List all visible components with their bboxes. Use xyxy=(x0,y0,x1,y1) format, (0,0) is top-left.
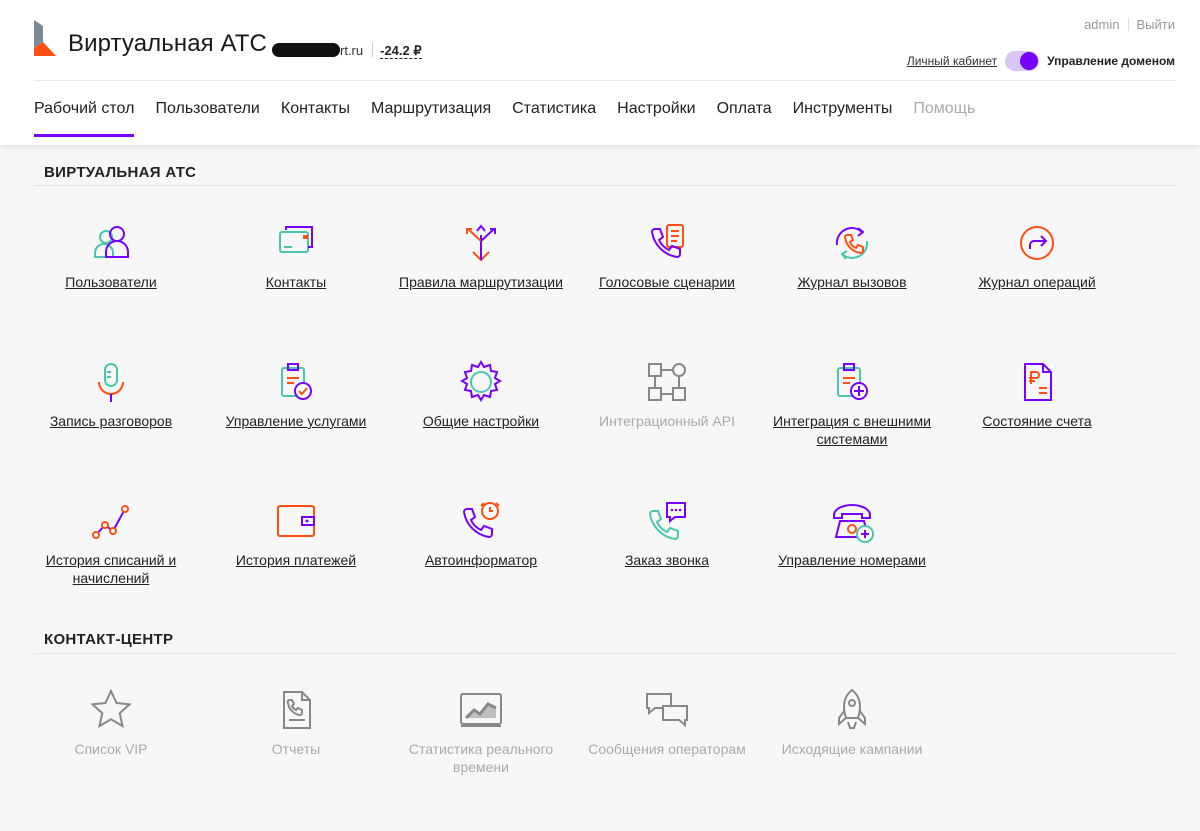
nav-item[interactable]: Статистика xyxy=(512,100,596,137)
reports-icon xyxy=(283,691,311,729)
tile-label: Журнал вызовов xyxy=(797,274,907,290)
microphone-icon xyxy=(98,363,124,402)
number-management-icon xyxy=(833,504,874,543)
domain-suffix: rt.ru xyxy=(340,43,364,58)
messages-icon xyxy=(646,693,688,728)
history-chart-icon xyxy=(92,505,129,539)
app-title: Виртуальная АТС xyxy=(68,30,267,57)
cabinet-link[interactable]: Личный кабинет xyxy=(907,54,997,68)
voice-scenario-icon xyxy=(650,224,684,259)
tile-invoice[interactable]: Состояние счета xyxy=(952,358,1122,430)
section-title-vats: ВИРТУАЛЬНАЯ АТС xyxy=(44,164,197,181)
tile-label: Голосовые сценарии xyxy=(599,274,735,290)
tile-rocket: Исходящие кампании xyxy=(767,686,937,758)
contacts-icon xyxy=(279,226,313,253)
tile-microphone[interactable]: Запись разговоров xyxy=(26,358,196,430)
nav-item[interactable]: Пользователи xyxy=(155,100,259,137)
domain-redacted xyxy=(272,43,340,57)
tile-label: Пользователи xyxy=(65,274,157,290)
tile-label: Правила маршрутизации xyxy=(399,274,563,290)
users-icon xyxy=(94,226,129,258)
main-nav: Рабочий стол Пользователи Контакты Маршрути… xyxy=(34,100,996,137)
tile-autoinformer[interactable]: Автоинформатор xyxy=(396,497,566,569)
domain-management-label: Управление доменом xyxy=(1047,54,1175,68)
tile-reports: Отчеты xyxy=(211,686,381,758)
nav-item[interactable]: Настройки xyxy=(617,100,695,137)
tile-services[interactable]: Управление услугами xyxy=(211,358,381,430)
tile-voice-scenario[interactable]: Голосовые сценарии xyxy=(582,219,752,291)
gear-icon xyxy=(460,360,502,402)
tile-label: Сообщения операторам xyxy=(588,741,746,757)
tile-wallet[interactable]: История платежей xyxy=(211,497,381,569)
tile-label: Управление номерами xyxy=(778,552,926,568)
domain-management-toggle[interactable] xyxy=(1005,51,1040,71)
realtime-stats-icon xyxy=(460,693,502,727)
tile-realtime-stats: Статистика реального времени xyxy=(396,686,566,776)
section-title-cc: КОНТАКТ-ЦЕНТР xyxy=(44,631,174,648)
call-log-icon xyxy=(835,227,869,260)
user-menu: admin Выйти xyxy=(1084,17,1175,32)
tile-gear[interactable]: Общие настройки xyxy=(396,358,566,430)
tile-label: Автоинформатор xyxy=(424,552,538,568)
routing-icon xyxy=(466,224,496,262)
tile-label: Журнал операций xyxy=(978,274,1096,290)
tile-label: Статистика реального времени xyxy=(408,741,554,775)
nav-item[interactable]: Помощь xyxy=(913,100,975,137)
tile-label: Список VIP xyxy=(74,741,148,757)
tile-label: Интеграционный API xyxy=(599,413,735,429)
tile-label: Отчеты xyxy=(271,741,321,757)
tile-users[interactable]: Пользователи xyxy=(26,219,196,291)
invoice-icon xyxy=(1024,363,1052,401)
tile-label: Исходящие кампании xyxy=(781,741,923,757)
tile-operation-log[interactable]: Журнал операций xyxy=(952,219,1122,291)
rocket-icon xyxy=(838,688,866,729)
cabinet-row: Личный кабинет Управление доменом xyxy=(907,50,1175,72)
wallet-icon xyxy=(277,505,315,537)
services-icon xyxy=(281,363,312,400)
api-icon xyxy=(648,363,686,401)
tile-history-chart[interactable]: История списаний и начислений xyxy=(26,497,196,587)
callback-icon xyxy=(648,502,686,541)
tile-label: Контакты xyxy=(265,274,327,290)
logo-icon[interactable] xyxy=(34,20,56,56)
star-icon xyxy=(90,688,132,729)
header: Виртуальная АТС rt.ru -24.2 ₽ admin Выйти … xyxy=(0,0,1200,145)
domain-info: rt.ru -24.2 ₽ xyxy=(272,43,422,61)
tile-label: Управление услугами xyxy=(225,413,367,429)
nav-item[interactable]: Инструменты xyxy=(793,100,893,137)
tile-number-management[interactable]: Управление номерами xyxy=(767,497,937,569)
tile-messages: Сообщения операторам xyxy=(582,686,752,758)
tile-label: Состояние счета xyxy=(982,413,1092,429)
balance-link[interactable]: -24.2 ₽ xyxy=(380,43,422,59)
tile-call-log[interactable]: Журнал вызовов xyxy=(767,219,937,291)
tile-label: История платежей xyxy=(235,552,357,568)
tile-callback[interactable]: Заказ звонка xyxy=(582,497,752,569)
nav-item[interactable]: Маршрутизация xyxy=(371,100,491,137)
nav-item[interactable]: Оплата xyxy=(717,100,772,137)
tile-integration[interactable]: Интеграция с внешними системами xyxy=(767,358,937,448)
nav-item[interactable]: Рабочий стол xyxy=(34,100,135,137)
tile-contacts[interactable]: Контакты xyxy=(211,219,381,291)
nav-item[interactable]: Контакты xyxy=(281,100,350,137)
autoinformer-icon xyxy=(462,502,500,539)
tile-star: Список VIP xyxy=(26,686,196,758)
tile-label: Общие настройки xyxy=(422,413,540,429)
tile-label: Интеграция с внешними системами xyxy=(773,413,931,447)
operation-log-icon xyxy=(1020,226,1054,260)
tile-label: История списаний и начислений xyxy=(45,552,177,586)
logout-link[interactable]: Выйти xyxy=(1137,17,1176,32)
tile-routing[interactable]: Правила маршрутизации xyxy=(396,219,566,291)
tile-api: Интеграционный API xyxy=(582,358,752,430)
tile-label: Запись разговоров xyxy=(49,413,173,429)
integration-icon xyxy=(837,363,868,400)
user-link[interactable]: admin xyxy=(1084,17,1119,32)
tile-label: Заказ звонка xyxy=(624,552,710,568)
